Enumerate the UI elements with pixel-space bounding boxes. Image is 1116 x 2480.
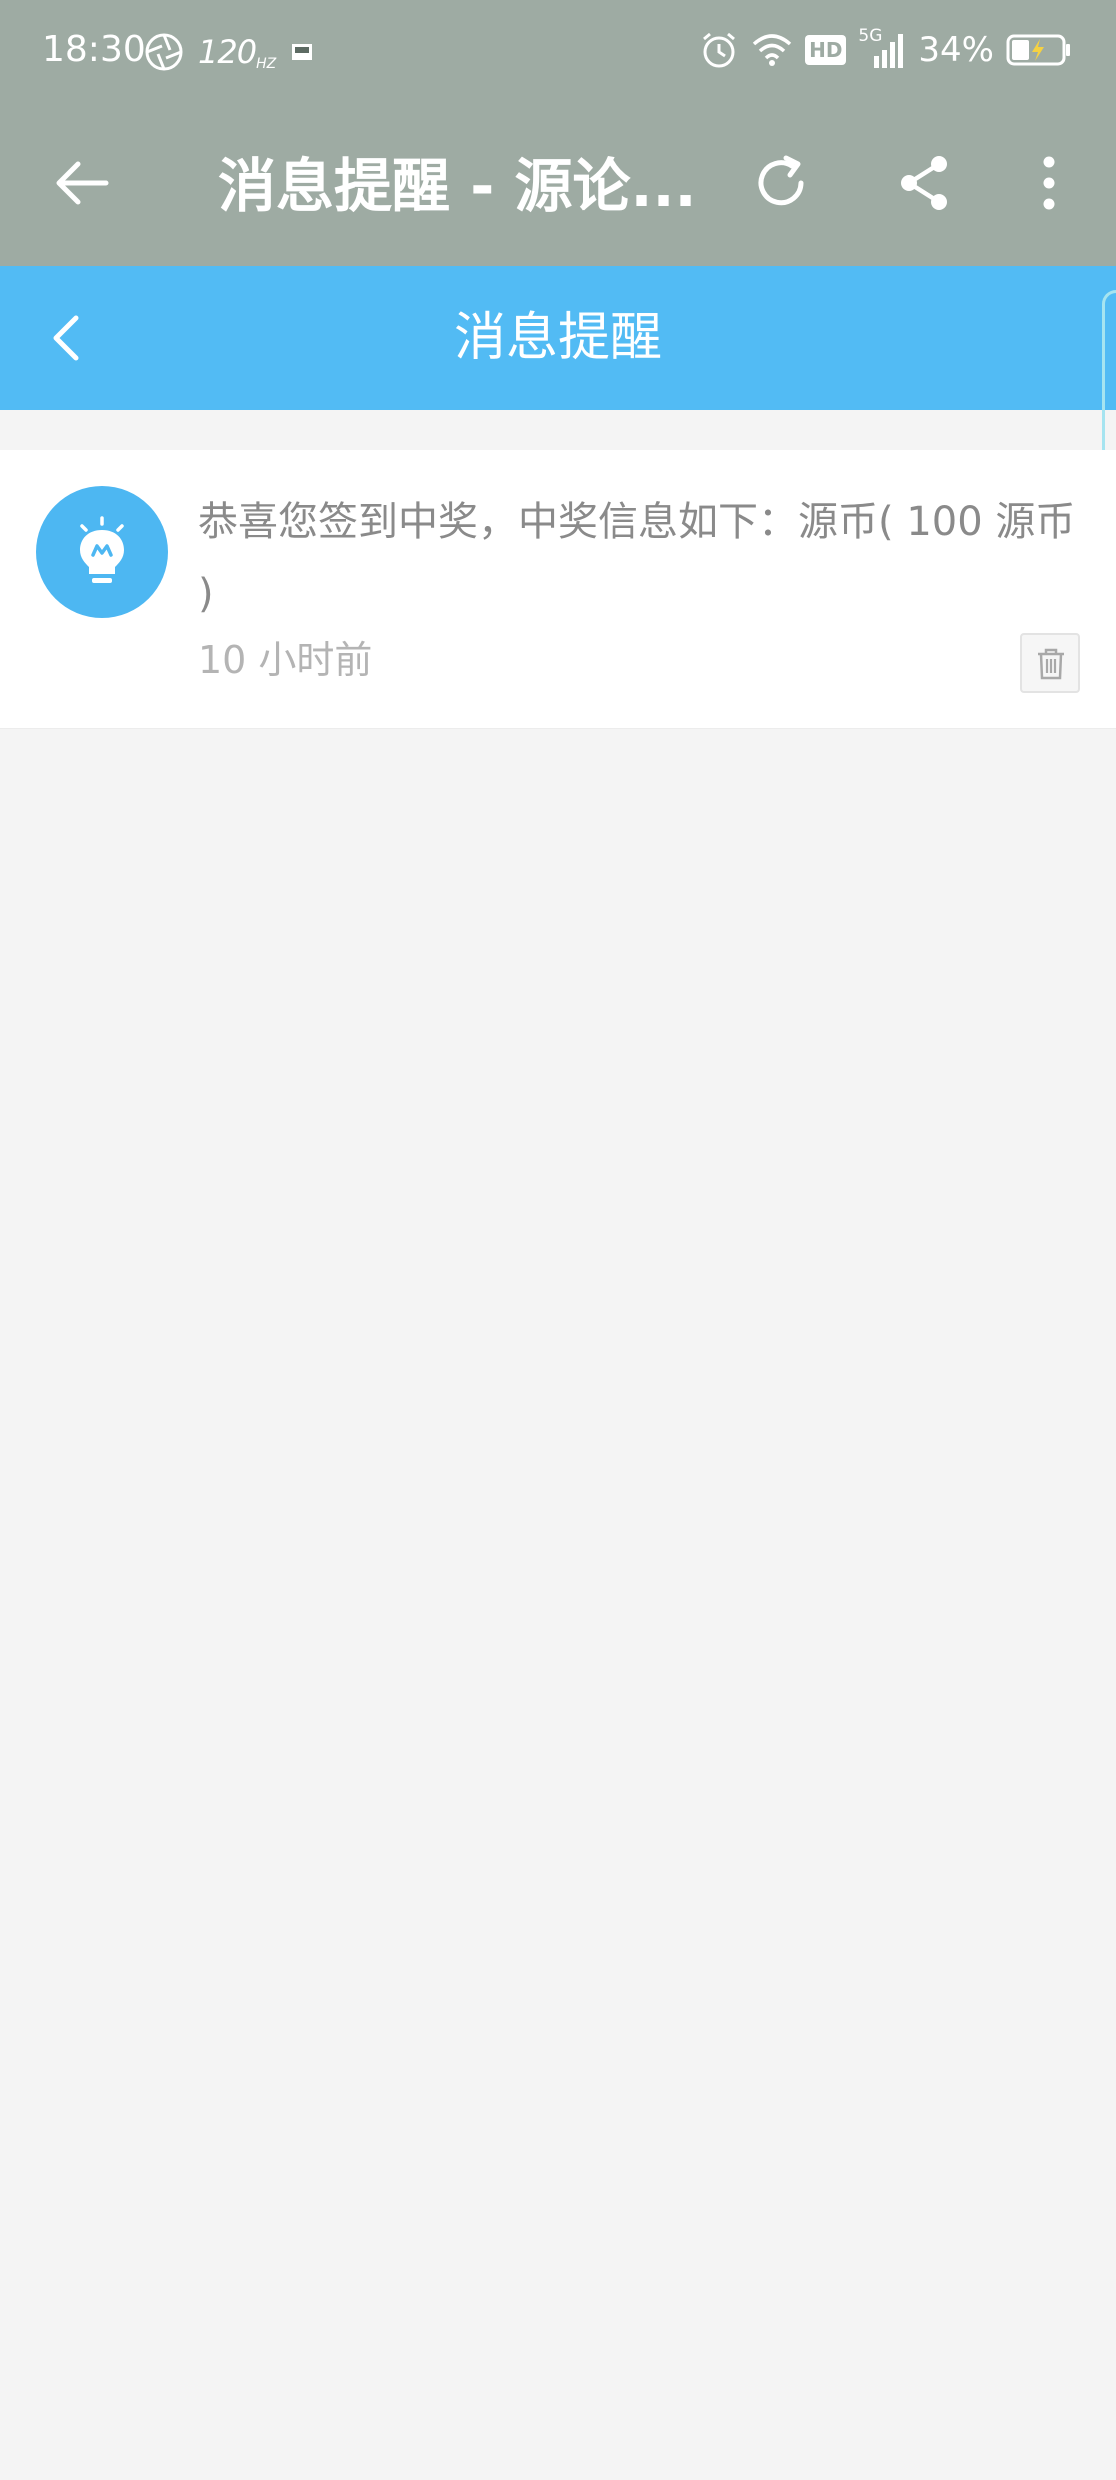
share-icon[interactable]	[892, 150, 958, 216]
list-item[interactable]: 恭喜您签到中奖，中奖信息如下：源币( 100 源币 ) 10 小时前	[0, 450, 1116, 729]
app-screen: 18:30 120 HZ HD 5G 34% 消息提醒 - 源论... 消息提醒…	[0, 0, 1116, 2480]
wifi-icon	[752, 34, 792, 66]
lightbulb-icon	[80, 516, 124, 583]
back-arrow-icon[interactable]	[50, 150, 116, 216]
alarm-icon	[703, 32, 736, 68]
message-text: 恭喜您签到中奖，中奖信息如下：源币( 100 源币 )	[198, 499, 1076, 617]
refresh-icon[interactable]	[748, 150, 814, 216]
battery-percent: 34%	[918, 30, 994, 70]
refresh-rate: 120 HZ	[198, 33, 277, 72]
page-title: 消息提醒	[453, 308, 662, 368]
status-right-icons: HD 5G 34%	[699, 26, 1072, 74]
delete-button[interactable]	[1020, 633, 1080, 693]
edge-handle[interactable]	[1102, 290, 1116, 470]
trash-icon	[1038, 648, 1064, 680]
message-time: 10 小时前	[198, 638, 373, 682]
top-bar: 18:30 120 HZ HD 5G 34% 消息提醒 - 源论...	[0, 0, 1116, 266]
status-time: 18:30	[42, 29, 146, 70]
status-bar: 18:30 120 HZ HD 5G 34%	[0, 0, 1116, 100]
status-left-icons: 120 HZ	[144, 30, 314, 74]
sim-icon	[292, 44, 313, 60]
hd-icon: HD	[805, 35, 847, 65]
battery-charging-icon	[1006, 34, 1070, 66]
app-bar: 消息提醒 - 源论...	[0, 100, 1116, 266]
more-vertical-icon[interactable]	[1016, 150, 1082, 216]
signal-icon: 5G	[858, 26, 906, 70]
aperture-icon	[145, 33, 183, 71]
avatar	[36, 486, 168, 618]
page-header: 消息提醒	[0, 266, 1116, 410]
app-title: 消息提醒 - 源论...	[218, 152, 697, 220]
